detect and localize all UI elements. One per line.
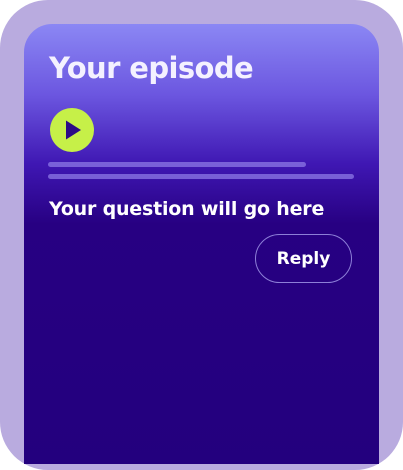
- play-icon: [66, 120, 81, 140]
- reply-button[interactable]: Reply: [255, 234, 352, 283]
- waveform-bar-2: [48, 174, 354, 179]
- device-frame: Your episode Your question will go here …: [0, 0, 403, 470]
- episode-title: Your episode: [49, 51, 254, 85]
- play-button[interactable]: [50, 108, 94, 152]
- waveform-bar-1: [48, 162, 306, 167]
- question-text: Your question will go here: [49, 198, 325, 220]
- episode-card: Your episode Your question will go here …: [24, 24, 379, 464]
